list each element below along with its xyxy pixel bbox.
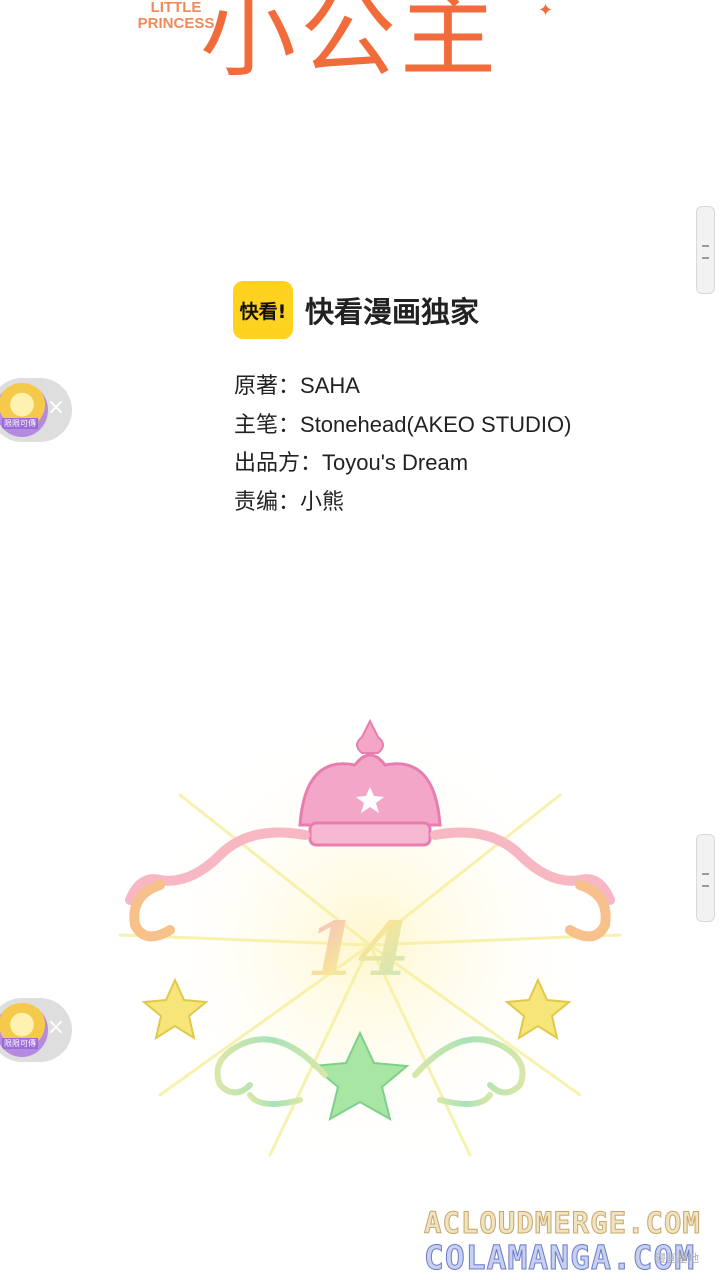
floating-ad[interactable]: 限限可傳 × — [0, 378, 72, 442]
watermark-acloudmerge: ACLOUDMERGE.COM — [424, 1206, 701, 1241]
scroll-handle[interactable] — [696, 206, 715, 294]
credit-artist: 主笔：Stonehead(AKEO STUDIO) — [234, 407, 571, 446]
credit-value: 小熊 — [300, 488, 345, 514]
credit-value: SAHA — [300, 373, 360, 398]
ad-badge: 限限可傳 — [2, 418, 38, 429]
floating-ad[interactable]: 限限可傳 × — [0, 998, 72, 1062]
title-chinese: 小公主 — [200, 0, 500, 90]
credit-label: 出品方： — [234, 451, 323, 476]
comic-title-banner: LITTLE PRINCESS 小公主 ✦ — [130, 0, 590, 90]
credit-label: 原著： — [234, 374, 301, 399]
credit-value: Stonehead(AKEO STUDIO) — [300, 411, 572, 437]
sparkle-icon: ✦ — [538, 0, 554, 21]
ad-thumbnail[interactable]: 限限可傳 — [0, 1003, 48, 1057]
chapter-number: 14 — [307, 907, 410, 993]
close-icon[interactable]: × — [44, 1016, 68, 1040]
watermark-small: 漫画基地 — [655, 1252, 699, 1265]
credit-editor: 责编：小熊 — [234, 484, 571, 523]
publisher-brand: 快看! 快看漫画独家 — [233, 280, 479, 340]
ad-badge: 限限可傳 — [2, 1038, 38, 1049]
credits-block: 原著：SAHA 主笔：Stonehead(AKEO STUDIO) 出品方：To… — [234, 368, 571, 522]
credit-value: Toyou's Dream — [322, 450, 469, 475]
scroll-handle[interactable] — [696, 834, 715, 922]
kuaikan-logo: 快看! — [233, 281, 293, 339]
ad-thumbnail[interactable]: 限限可傳 — [0, 383, 48, 437]
close-icon[interactable]: × — [44, 396, 68, 420]
credit-producer: 出品方：Toyou's Dream — [234, 445, 571, 484]
brand-exclusive-text: 快看漫画独家 — [305, 295, 480, 329]
chapter-emblem: 14 — [118, 715, 622, 1175]
credit-label: 责编： — [234, 489, 301, 515]
credit-label: 主笔： — [234, 412, 301, 438]
credit-original-author: 原著：SAHA — [234, 368, 571, 407]
